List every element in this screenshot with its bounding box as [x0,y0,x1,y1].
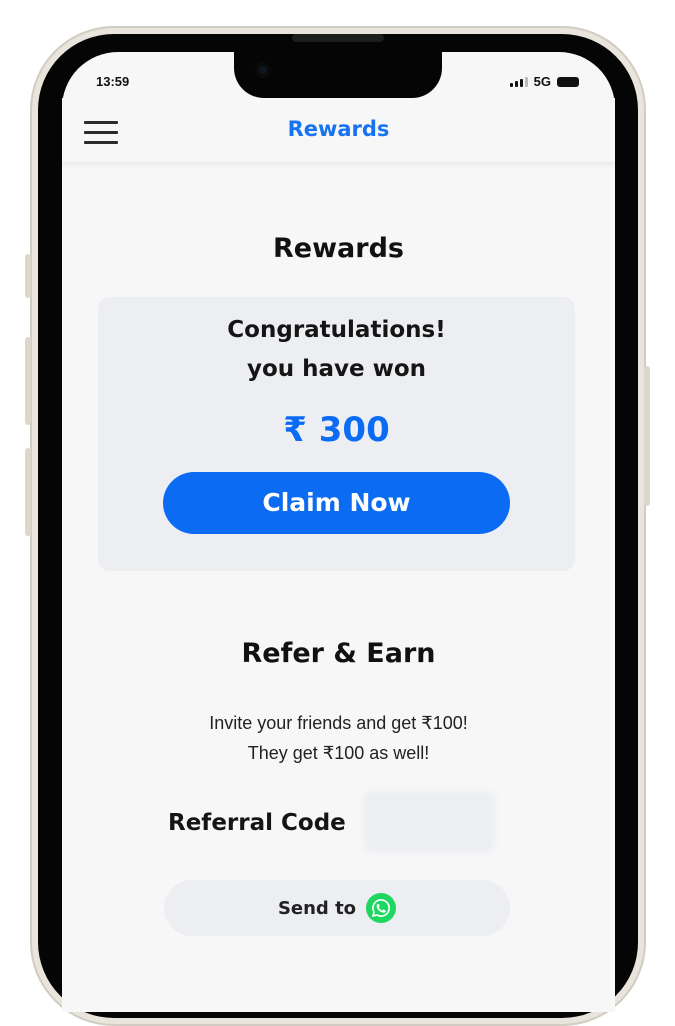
send-whatsapp-button[interactable]: Send to [164,880,510,936]
reward-card: Congratulations! you have won ₹ 300 Clai… [98,297,575,571]
battery-icon [557,76,579,87]
network-label: 5G [533,74,551,89]
congrats-text: Congratulations! [227,317,446,343]
app-bar-title: Rewards [287,117,390,141]
earpiece-speaker [292,34,384,42]
send-to-label: Send to [277,897,357,919]
invite-line-2: They get ₹100 as well! [247,743,430,763]
whatsapp-icon [366,893,397,923]
invite-description: Invite your friends and get ₹100! They g… [62,708,615,768]
rewards-heading: Rewards [273,233,404,264]
power-button [644,366,650,506]
referral-code-box[interactable] [364,791,495,852]
status-time: 13:59 [96,74,130,89]
app-bar: Rewards [62,98,615,163]
mute-switch [25,448,31,536]
refer-earn-heading: Refer & Earn [241,638,436,669]
won-text: you have won [246,356,427,382]
referral-code-label: Referral Code [168,810,346,836]
volume-up-button [25,254,31,298]
volume-down-button [25,337,31,425]
signal-icon [509,76,528,87]
front-camera [255,62,271,78]
claim-now-button[interactable]: Claim Now [163,472,510,534]
reward-amount: ₹ 300 [283,410,390,450]
invite-line-1: Invite your friends and get ₹100! [209,713,468,733]
status-indicators: 5G [509,74,579,89]
